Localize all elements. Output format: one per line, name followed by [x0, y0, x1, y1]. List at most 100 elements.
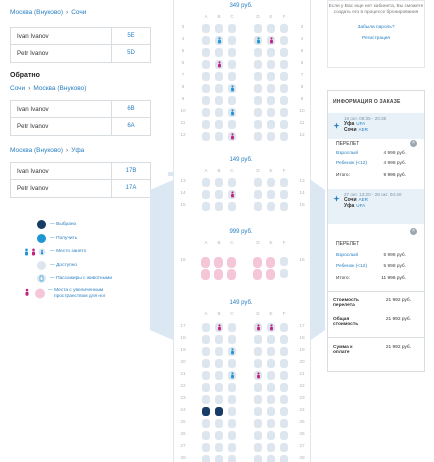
seat[interactable]	[267, 190, 275, 199]
seat[interactable]	[280, 335, 288, 344]
seat[interactable]	[215, 84, 223, 93]
seat[interactable]	[254, 132, 262, 141]
seat[interactable]	[280, 359, 288, 368]
seat[interactable]	[215, 48, 223, 57]
seat[interactable]	[254, 407, 262, 416]
seat[interactable]	[254, 178, 262, 187]
legroom-seat[interactable]	[201, 269, 210, 280]
seat[interactable]	[280, 36, 288, 45]
seat[interactable]	[280, 72, 288, 81]
seat[interactable]	[280, 395, 288, 404]
seat[interactable]	[202, 60, 210, 69]
seat[interactable]	[202, 202, 210, 211]
legroom-seat[interactable]	[227, 257, 236, 268]
seat[interactable]	[202, 455, 210, 462]
seat[interactable]	[228, 335, 236, 344]
seat[interactable]	[202, 395, 210, 404]
legroom-seat[interactable]	[214, 257, 223, 268]
seat[interactable]	[202, 108, 210, 117]
seat[interactable]	[280, 24, 288, 33]
selected-seat[interactable]	[202, 407, 210, 416]
legroom-seat[interactable]	[201, 257, 210, 268]
seat[interactable]	[215, 431, 223, 440]
seat[interactable]	[254, 84, 262, 93]
seat[interactable]	[202, 359, 210, 368]
seat[interactable]	[228, 96, 236, 105]
seat[interactable]	[202, 347, 210, 356]
seat[interactable]	[280, 455, 288, 462]
seat[interactable]	[254, 359, 262, 368]
seat[interactable]	[254, 72, 262, 81]
seat[interactable]	[254, 419, 262, 428]
seat[interactable]	[228, 36, 236, 45]
seat[interactable]	[202, 443, 210, 452]
legroom-seat[interactable]	[266, 257, 275, 268]
seat[interactable]	[254, 347, 262, 356]
seat[interactable]	[202, 132, 210, 141]
seat[interactable]	[280, 347, 288, 356]
seat[interactable]	[254, 96, 262, 105]
seat[interactable]	[215, 455, 223, 462]
seat[interactable]	[267, 407, 275, 416]
seat[interactable]	[267, 132, 275, 141]
seat[interactable]	[215, 178, 223, 187]
seat[interactable]	[280, 178, 288, 187]
seat[interactable]	[254, 455, 262, 462]
seat[interactable]	[215, 190, 223, 199]
seat[interactable]	[267, 419, 275, 428]
seat[interactable]	[267, 371, 275, 380]
legroom-seat[interactable]	[253, 257, 262, 268]
seat[interactable]	[202, 72, 210, 81]
seat[interactable]	[228, 178, 236, 187]
seat[interactable]	[280, 60, 288, 69]
seat[interactable]	[228, 60, 236, 69]
seat[interactable]	[267, 108, 275, 117]
seat[interactable]	[280, 371, 288, 380]
seat[interactable]	[280, 383, 288, 392]
seat[interactable]	[228, 407, 236, 416]
register-link[interactable]: Регистрация	[328, 36, 424, 41]
seat[interactable]	[280, 48, 288, 57]
seat[interactable]	[280, 120, 288, 129]
seat[interactable]	[215, 24, 223, 33]
seat[interactable]	[254, 431, 262, 440]
seat[interactable]	[267, 359, 275, 368]
seat[interactable]	[202, 190, 210, 199]
seat[interactable]	[280, 84, 288, 93]
seat[interactable]	[202, 323, 210, 332]
seat[interactable]	[202, 120, 210, 129]
seat[interactable]	[228, 395, 236, 404]
seat[interactable]	[267, 383, 275, 392]
seat[interactable]	[228, 359, 236, 368]
legroom-seat[interactable]	[253, 269, 262, 280]
seat[interactable]	[228, 24, 236, 33]
seat[interactable]	[280, 257, 288, 266]
seat[interactable]	[228, 431, 236, 440]
seat[interactable]	[202, 419, 210, 428]
seat[interactable]	[215, 120, 223, 129]
seat[interactable]	[267, 60, 275, 69]
seat[interactable]	[267, 395, 275, 404]
seat[interactable]	[254, 335, 262, 344]
seat[interactable]	[202, 431, 210, 440]
seat[interactable]	[215, 383, 223, 392]
seat[interactable]	[202, 371, 210, 380]
seat[interactable]	[254, 48, 262, 57]
legroom-seat[interactable]	[227, 269, 236, 280]
seat[interactable]	[254, 383, 262, 392]
seat[interactable]	[215, 335, 223, 344]
forgot-password-link[interactable]: Забыли пароль?	[328, 25, 424, 30]
seat[interactable]	[280, 323, 288, 332]
seat[interactable]	[280, 431, 288, 440]
seat[interactable]	[215, 96, 223, 105]
seat[interactable]	[215, 359, 223, 368]
seat[interactable]	[228, 383, 236, 392]
seat[interactable]	[267, 347, 275, 356]
seat[interactable]	[228, 419, 236, 428]
seat[interactable]	[215, 347, 223, 356]
legroom-seat[interactable]	[266, 269, 275, 280]
seat[interactable]	[267, 48, 275, 57]
seat[interactable]	[228, 202, 236, 211]
seat[interactable]	[254, 120, 262, 129]
seat[interactable]	[202, 96, 210, 105]
